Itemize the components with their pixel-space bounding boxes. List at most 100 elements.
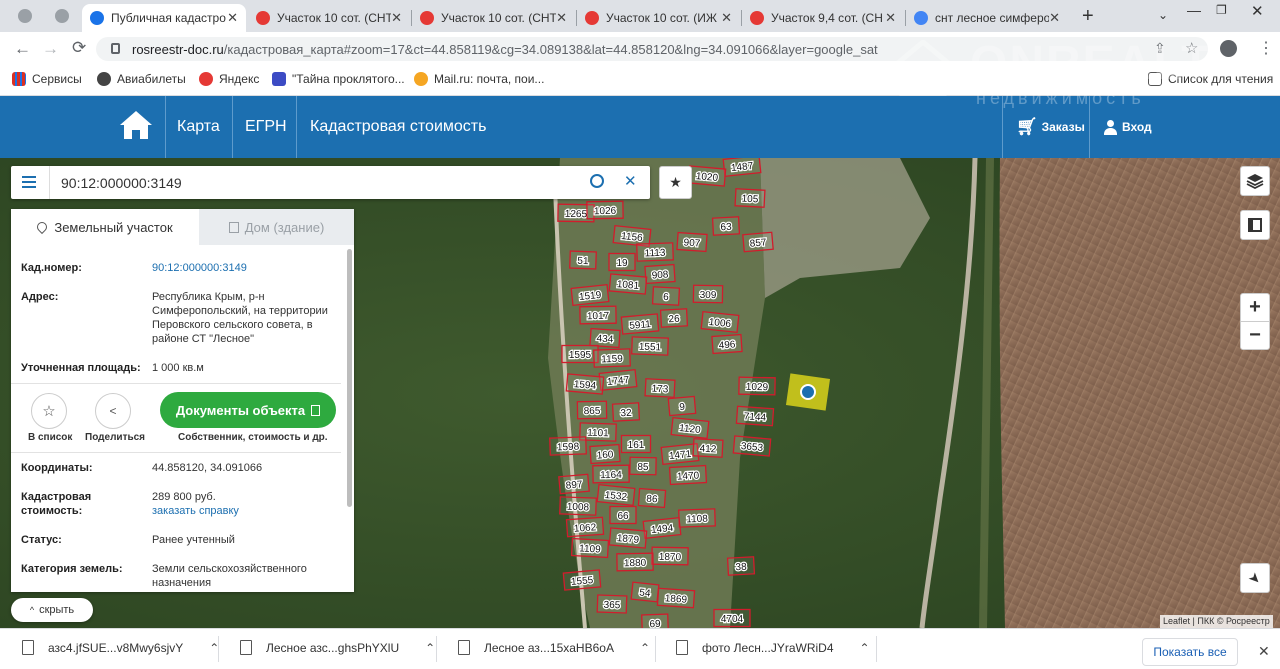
reading-list[interactable]: Список для чтения [1148, 72, 1273, 86]
hide-panel-button[interactable]: ^ скрыть [11, 598, 93, 622]
browser-tab[interactable]: Участок 9,4 сот. (СН ✕ [742, 4, 904, 32]
bookmark-mailru[interactable]: Mail.ru: почта, пои... [414, 72, 544, 86]
user-icon [1104, 119, 1117, 135]
profile-avatar[interactable] [1220, 40, 1237, 57]
plot-label: 86 [646, 494, 658, 506]
tab-title: Участок 10 сот. (ИЖ [606, 11, 717, 25]
forward-icon[interactable]: → [42, 39, 59, 59]
home-icon[interactable] [119, 110, 153, 140]
measure-button[interactable] [1240, 210, 1270, 240]
documents-button[interactable]: Документы объекта [160, 392, 336, 428]
reading-list-icon [1148, 72, 1162, 86]
bookmark-avia[interactable]: Авиабилеты [97, 72, 186, 86]
nav-separator [1089, 96, 1090, 158]
plot-label: 908 [651, 269, 669, 281]
browser-tab[interactable]: Публичная кадастро ✕ [82, 4, 246, 32]
reload-icon[interactable]: ⟳ [72, 38, 86, 58]
nav-cadastral-value[interactable]: Кадастровая стоимость [310, 96, 486, 158]
add-to-list-button[interactable]: ☆ [31, 393, 67, 429]
bookmark-label: Яндекс [219, 72, 260, 86]
label-cad-number: Кад.номер: [21, 262, 82, 274]
lock-icon[interactable] [111, 43, 120, 54]
plot-label: 1108 [686, 514, 708, 526]
clear-icon[interactable]: ✕ [624, 172, 637, 190]
yandex-icon [199, 72, 213, 86]
zoom-in-button[interactable]: + [1240, 293, 1270, 322]
plot-label: 1109 [579, 543, 601, 555]
menu-icon[interactable] [22, 176, 36, 188]
plot-label: 1101 [587, 428, 609, 440]
tab-land[interactable]: Земельный участок [11, 209, 199, 245]
tab-close-icon[interactable]: ✕ [721, 10, 732, 26]
download-item-2[interactable]: Лесное азс...ghsPhYXlU ⌃ [240, 640, 435, 655]
panel-scrollbar[interactable] [347, 249, 352, 507]
selected-plot-marker[interactable] [800, 384, 816, 400]
chevron-up-icon[interactable]: ⌃ [425, 641, 435, 655]
window-minimize-icon[interactable]: — [1187, 2, 1201, 18]
download-item-1[interactable]: азс4.jfSUE...v8Mwy6sjvY ⌃ [22, 640, 219, 655]
tab-close-icon[interactable]: ✕ [885, 10, 896, 26]
search-icon[interactable] [590, 174, 604, 188]
tab-favicon-icon [90, 11, 104, 25]
browser-tab[interactable]: снт лесное симферо ✕ [906, 4, 1068, 32]
value-cad-number[interactable]: 90:12:000000:3149 [152, 261, 337, 275]
download-separator [218, 636, 219, 662]
tab-favicon-icon [256, 11, 270, 25]
label-area: Уточненная площадь: [21, 362, 141, 374]
tab-house[interactable]: Дом (здание) [199, 209, 354, 245]
tab-close-icon[interactable]: ✕ [227, 10, 238, 26]
star-icon: ★ [669, 174, 682, 190]
url-text[interactable]: rosreestr-doc.ru/кадастровая_карта#zoom=… [132, 42, 878, 57]
nav-map[interactable]: Карта [177, 96, 220, 158]
file-icon [240, 640, 252, 655]
bookmark-tayna[interactable]: "Тайна проклятого... [272, 72, 405, 86]
tab-favicon-icon [420, 11, 434, 25]
share-button[interactable]: < [95, 393, 131, 429]
search-divider [49, 166, 50, 199]
login-link[interactable]: Вход [1104, 96, 1152, 158]
order-certificate-link[interactable]: заказать справку [152, 504, 337, 518]
chevron-up-icon[interactable]: ⌃ [640, 641, 650, 655]
bookmarks-bar [0, 66, 1280, 96]
download-item-3[interactable]: Лесное аз...15xaHB6oA ⌃ [458, 640, 650, 655]
browser-menu-icon[interactable]: ⋮ [1258, 38, 1274, 58]
layers-button[interactable] [1240, 166, 1270, 196]
zoom-out-button[interactable]: − [1240, 321, 1270, 350]
back-history-icon[interactable] [18, 9, 32, 23]
bookmark-star-icon[interactable]: ☆ [1185, 39, 1198, 57]
plot-label: 160 [596, 449, 614, 461]
close-downloads-icon[interactable]: ✕ [1258, 643, 1270, 660]
tab-search-icon[interactable]: ⌄ [1158, 8, 1168, 22]
tab-favicon-icon [750, 11, 764, 25]
back-icon[interactable]: ← [14, 39, 31, 59]
tab-title: Публичная кадастро [111, 11, 226, 25]
chevron-up-icon[interactable]: ⌃ [860, 641, 870, 655]
tab-close-icon[interactable]: ✕ [1049, 10, 1060, 26]
window-restore-icon[interactable]: ❐ [1216, 3, 1227, 17]
new-tab-button[interactable]: + [1082, 5, 1094, 28]
file-icon [676, 640, 688, 655]
plot-label: 66 [617, 511, 629, 522]
show-all-downloads-button[interactable]: Показать все [1142, 638, 1238, 666]
browser-tab[interactable]: Участок 10 сот. (СНТ ✕ [248, 4, 410, 32]
tab-close-icon[interactable]: ✕ [556, 10, 567, 26]
plot-label: 1020 [695, 171, 719, 184]
share-page-icon[interactable]: ⇪ [1154, 40, 1166, 57]
search-input[interactable] [61, 173, 581, 193]
window-close-icon[interactable]: ✕ [1251, 2, 1264, 20]
tab-house-label: Дом (здание) [244, 219, 325, 235]
nav-egrn[interactable]: ЕГРН [245, 96, 287, 158]
plot-label: 1598 [557, 442, 580, 454]
search-box[interactable]: ✕ [11, 166, 650, 199]
bookmark-services[interactable]: Сервисы [12, 72, 82, 86]
favorites-star-button[interactable]: ★ [659, 166, 692, 199]
locate-button[interactable]: ➤ [1240, 563, 1270, 593]
browser-tab[interactable]: Участок 10 сот. (СНТ ✕ [412, 4, 575, 32]
download-item-4[interactable]: фото Лесн...JYraWRiD4 ⌃ [676, 640, 870, 655]
browser-tab[interactable]: Участок 10 сот. (ИЖ ✕ [577, 4, 740, 32]
plot-label: 1470 [677, 470, 700, 482]
orders-link[interactable]: 🛒︎ Заказы [1016, 96, 1085, 158]
tab-pinned-icon[interactable] [55, 9, 69, 23]
tab-close-icon[interactable]: ✕ [391, 10, 402, 26]
bookmark-yandex[interactable]: Яндекс [199, 72, 259, 86]
